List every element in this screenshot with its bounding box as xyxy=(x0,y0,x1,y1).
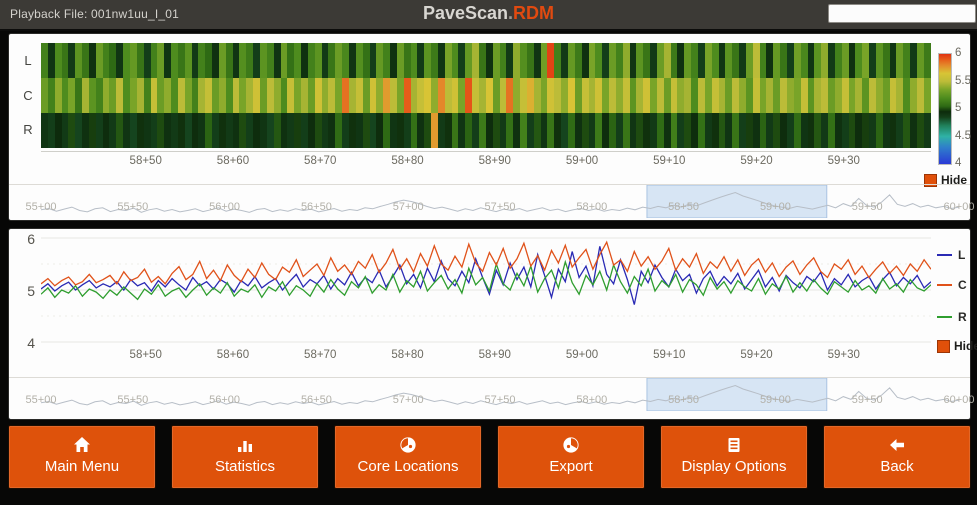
overview-tick-label: 55+00 xyxy=(26,201,57,213)
colorbar-tick: 4 xyxy=(955,157,961,169)
pavescan-app: Playback File: 001nw1uu_I_01 PaveScan.RD… xyxy=(0,0,977,505)
overview-tick-label: 55+00 xyxy=(26,394,57,406)
overview-tick-label: 56+50 xyxy=(301,394,332,406)
overview-tick-label: 58+50 xyxy=(668,394,699,406)
home-icon xyxy=(9,435,155,455)
x-tick-label: 59+30 xyxy=(828,155,860,167)
x-tick-label: 58+90 xyxy=(479,349,511,361)
x-tick-label: 59+30 xyxy=(828,349,860,361)
colorbar-tick: 5.5 xyxy=(955,75,971,87)
x-tick-label: 59+20 xyxy=(740,349,772,361)
overview-tick-label: 56+00 xyxy=(209,201,240,213)
x-tick-label: 58+70 xyxy=(304,349,336,361)
legend-label-l: L xyxy=(958,248,965,262)
top-text-input[interactable] xyxy=(828,4,976,23)
colorbar-tick: 5 xyxy=(955,102,961,114)
x-tick-label: 58+60 xyxy=(217,155,249,167)
overview-tick-label: 58+00 xyxy=(576,394,607,406)
hide-icon xyxy=(937,340,950,353)
button-label: Export xyxy=(498,458,644,475)
overview-tick-label: 60+00 xyxy=(944,201,975,213)
x-tick-label: 59+10 xyxy=(653,349,685,361)
overview-tick-label: 56+00 xyxy=(209,394,240,406)
x-tick-label: 58+70 xyxy=(304,155,336,167)
heatmap-row-r xyxy=(41,113,931,148)
legend-item-c[interactable]: C xyxy=(937,278,967,292)
x-tick-label: 58+80 xyxy=(391,155,423,167)
legend-line-l-icon xyxy=(937,254,952,256)
legend-label-r: R xyxy=(958,310,967,324)
overview-tick-label: 57+50 xyxy=(485,201,516,213)
overview-tick-label: 59+50 xyxy=(852,394,883,406)
x-tick-label: 59+00 xyxy=(566,155,598,167)
heatmap-row-c xyxy=(41,78,931,113)
line-chart-hide-button[interactable]: Hide xyxy=(937,339,977,353)
x-tick-label: 59+20 xyxy=(740,155,772,167)
x-tick-label: 58+50 xyxy=(130,349,162,361)
overview-scrubber-top[interactable]: 55+00 55+50 56+00 56+50 57+00 57+50 58+00 58+50… xyxy=(9,184,970,218)
colorbar-tick: 4.5 xyxy=(955,130,971,142)
overview-tick-label: 60+00 xyxy=(944,394,975,406)
x-tick-label: 58+50 xyxy=(130,155,162,167)
overview-tick-label: 57+00 xyxy=(393,201,424,213)
line-chart-panel: 6 5 4 58+5058+6058+7058+8058+9059+0059+1… xyxy=(8,228,971,420)
overview-tick-label: 58+00 xyxy=(576,201,607,213)
app-title-accent: RDM xyxy=(513,3,554,23)
globe-icon xyxy=(335,435,481,455)
heatmap-row-label-l: L xyxy=(19,53,37,68)
button-label: Main Menu xyxy=(9,458,155,475)
overview-tick-label: 59+00 xyxy=(760,201,791,213)
overview-tick-label: 56+50 xyxy=(301,201,332,213)
y-tick-6: 6 xyxy=(9,231,35,247)
x-tick-label: 59+00 xyxy=(566,349,598,361)
display-options-button[interactable]: Display Options xyxy=(660,425,808,489)
app-title-main: PaveScan xyxy=(423,3,508,23)
heatmap-x-ticks: 58+50 58+60 58+70 58+80 58+90 59+00 59+10 59+20… xyxy=(9,155,970,169)
globe-arrow-icon xyxy=(498,435,644,455)
back-button[interactable]: Back xyxy=(823,425,971,489)
button-label: Statistics xyxy=(172,458,318,475)
top-bar: Playback File: 001nw1uu_I_01 PaveScan.RD… xyxy=(0,0,977,31)
heatmap-row-l xyxy=(41,43,931,78)
button-label: Core Locations xyxy=(335,458,481,475)
legend-item-l[interactable]: L xyxy=(937,248,965,262)
hide-label: Hide xyxy=(954,339,977,353)
export-button[interactable]: Export xyxy=(497,425,645,489)
heatmap-panel: L C R 58+50 58+60 58+70 58+80 58+90 59+00 59+1… xyxy=(8,33,971,221)
overview-tick-label: 59+50 xyxy=(852,201,883,213)
core-locations-button[interactable]: Core Locations xyxy=(334,425,482,489)
button-label: Display Options xyxy=(661,458,807,475)
legend-item-r[interactable]: R xyxy=(937,310,967,324)
button-label: Back xyxy=(824,458,970,475)
heatmap-x-axis xyxy=(41,151,931,152)
overview-tick-label: 57+50 xyxy=(485,394,516,406)
statistics-button[interactable]: Statistics xyxy=(171,425,319,489)
back-arrow-icon xyxy=(824,435,970,455)
overview-tick-label: 57+00 xyxy=(393,394,424,406)
overview-scrubber-bottom[interactable]: 55+00 55+50 56+00 56+50 57+00 57+50 58+00 58+50… xyxy=(9,377,970,411)
colorbar-tick: 6 xyxy=(955,47,961,59)
legend-line-c-icon xyxy=(937,284,952,286)
line-chart-x-ticks: 58+50 58+60 58+70 58+80 58+90 59+00 59+10 59+20… xyxy=(9,349,970,363)
x-tick-label: 58+60 xyxy=(217,349,249,361)
overview-tick-label: 55+50 xyxy=(117,201,148,213)
overview-tick-label: 59+00 xyxy=(760,394,791,406)
x-tick-label: 58+90 xyxy=(479,155,511,167)
legend-line-r-icon xyxy=(937,316,952,318)
heatmap-row-label-r: R xyxy=(19,122,37,137)
x-tick-label: 59+10 xyxy=(653,155,685,167)
dielectric-heatmap[interactable] xyxy=(41,43,931,148)
colorbar xyxy=(938,53,952,165)
main-menu-button[interactable]: Main Menu xyxy=(8,425,156,489)
legend-label-c: C xyxy=(958,278,967,292)
overview-tick-label: 55+50 xyxy=(117,394,148,406)
bar-chart-icon xyxy=(172,435,318,455)
list-icon xyxy=(661,435,807,455)
heatmap-row-label-c: C xyxy=(19,88,37,103)
y-tick-5: 5 xyxy=(9,283,35,299)
series-line-l xyxy=(41,246,931,304)
x-tick-label: 58+80 xyxy=(391,349,423,361)
overview-tick-label: 58+50 xyxy=(668,201,699,213)
